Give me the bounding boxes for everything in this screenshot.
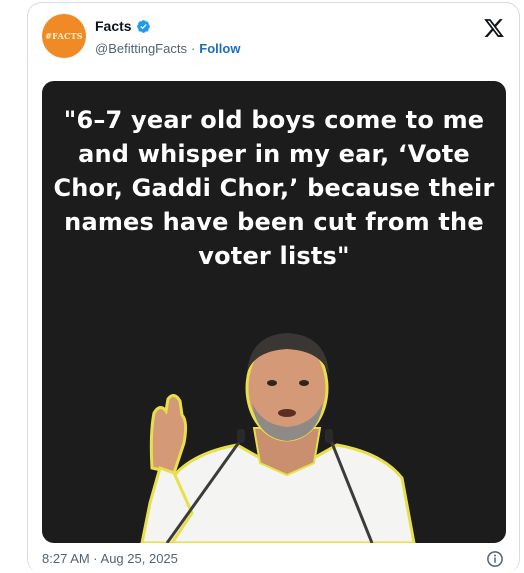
handle-row: @BefittingFacts · Follow [95, 41, 240, 56]
verified-badge-icon [136, 19, 150, 33]
avatar[interactable]: #FACTS [42, 14, 86, 58]
name-row: Facts [95, 18, 151, 34]
display-name[interactable]: Facts [95, 18, 132, 34]
x-logo-icon[interactable] [483, 17, 505, 39]
post-timestamp[interactable]: 8:27 AM · Aug 25, 2025 [42, 551, 178, 566]
quote-text: "6–7 year old boys come to me and whispe… [53, 106, 495, 270]
separator: · [190, 41, 196, 56]
tweet-card: #FACTS Facts @BefittingFacts · Follow "6… [27, 2, 520, 573]
follow-button[interactable]: Follow [199, 41, 240, 56]
post-image[interactable]: "6–7 year old boys come to me and whispe… [42, 81, 506, 543]
speaker-photo [140, 333, 416, 543]
avatar-text: #FACTS [45, 31, 83, 41]
info-icon[interactable] [486, 550, 504, 568]
account-handle[interactable]: @BefittingFacts [95, 41, 187, 56]
